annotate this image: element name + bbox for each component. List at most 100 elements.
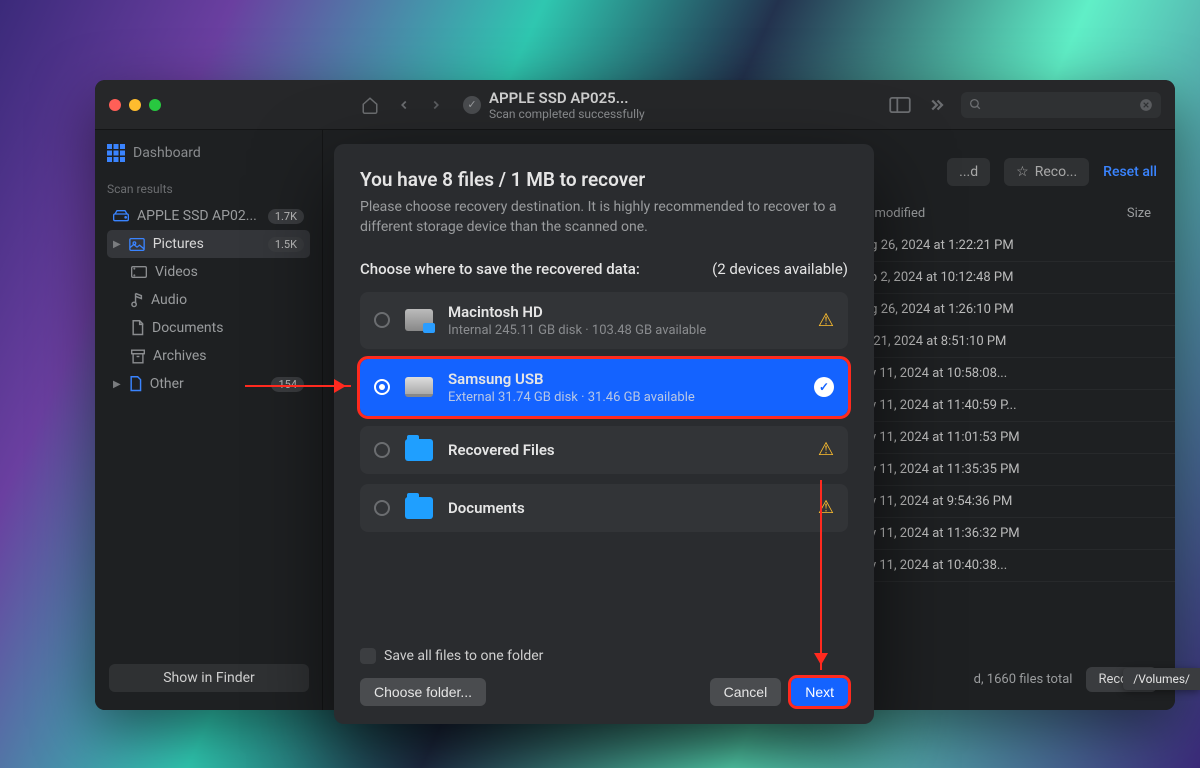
file-row[interactable]: ay 11, 2024 at 11:36:32 PM — [845, 518, 1175, 550]
radio-unchecked-icon[interactable] — [374, 500, 390, 516]
overflow-icon[interactable] — [927, 99, 945, 111]
modal-subtitle: Please choose recovery destination. It i… — [360, 197, 848, 238]
titlebar: ✓ APPLE SSD AP025... Scan completed succ… — [95, 80, 1175, 130]
archive-icon — [131, 349, 145, 364]
recovery-destination-modal: You have 8 files / 1 MB to recover Pleas… — [334, 144, 874, 724]
home-icon[interactable] — [361, 96, 379, 114]
sidebar-item-label: Other — [150, 376, 184, 392]
sidebar-section-label: Scan results — [107, 182, 310, 196]
checkbox-unchecked-icon[interactable] — [360, 648, 376, 664]
col-size[interactable]: Size — [1127, 206, 1151, 221]
folder-icon — [404, 437, 434, 463]
minimize-window-button[interactable] — [129, 99, 141, 111]
destination-macintosh-hd[interactable]: Macintosh HD Internal 245.11 GB disk · 1… — [360, 292, 848, 349]
sidebar-badge: 1.7K — [268, 209, 304, 224]
check-icon: ✓ — [814, 377, 834, 397]
window-controls — [109, 99, 161, 111]
sidebar: Dashboard Scan results APPLE SSD AP02...… — [95, 130, 323, 710]
recovery-filter-button[interactable]: ☆Reco... — [1004, 158, 1089, 186]
filter-button[interactable]: ...d — [947, 158, 990, 186]
video-icon — [131, 266, 147, 278]
sidebar-item-label: APPLE SSD AP02... — [137, 208, 257, 224]
file-row[interactable]: ep 2, 2024 at 10:12:48 PM — [845, 262, 1175, 294]
sidebar-item-label: Archives — [153, 348, 207, 364]
device-name: Samsung USB — [448, 370, 800, 388]
star-icon: ☆ — [1016, 164, 1029, 180]
picture-icon — [129, 238, 145, 251]
choose-label: Choose where to save the recovered data: — [360, 260, 640, 278]
destination-recovered-files[interactable]: Recovered Files ⚠ — [360, 426, 848, 474]
choose-folder-button[interactable]: Choose folder... — [360, 678, 486, 706]
path-tooltip: /Volumes/ — [1123, 668, 1200, 690]
dashboard-nav[interactable]: Dashboard — [107, 144, 310, 162]
file-rows: ug 26, 2024 at 1:22:21 PM ep 2, 2024 at … — [845, 230, 1175, 582]
external-disk-icon — [404, 374, 434, 400]
sidebar-item-label: Videos — [155, 264, 198, 280]
header-title: APPLE SSD AP025... — [489, 89, 645, 107]
chevron-right-icon: ▶ — [113, 239, 121, 250]
annotation-arrow — [820, 480, 822, 670]
warning-icon: ⚠ — [818, 310, 834, 331]
sidebar-item-other[interactable]: ▶ Other 154 — [107, 370, 310, 398]
zoom-window-button[interactable] — [149, 99, 161, 111]
sidebar-item-documents[interactable]: Documents — [107, 314, 310, 342]
scan-status-icon: ✓ — [463, 96, 481, 114]
sidebar-item-label: Audio — [151, 292, 187, 308]
view-mode-icon[interactable] — [889, 97, 911, 113]
file-row[interactable]: ay 11, 2024 at 11:40:59 P... — [845, 390, 1175, 422]
search-icon — [969, 98, 982, 111]
forward-icon[interactable] — [429, 98, 443, 112]
sidebar-badge: 1.5K — [268, 237, 304, 252]
internal-disk-icon — [404, 307, 434, 333]
close-window-button[interactable] — [109, 99, 121, 111]
sidebar-item-videos[interactable]: Videos — [107, 258, 310, 286]
device-meta: External 31.74 GB disk · 31.46 GB availa… — [448, 390, 800, 405]
footer-stats: d, 1660 files total — [974, 672, 1073, 687]
sidebar-badge: 154 — [271, 377, 304, 392]
sidebar-item-audio[interactable]: Audio — [107, 286, 310, 314]
next-button[interactable]: Next — [791, 678, 848, 706]
chevron-right-icon: ▶ — [113, 379, 121, 390]
clear-search-icon[interactable] — [1139, 98, 1153, 112]
save-one-folder-label: Save all files to one folder — [384, 648, 543, 664]
save-one-folder-checkbox[interactable]: Save all files to one folder — [360, 638, 848, 664]
reset-all-link[interactable]: Reset all — [1103, 164, 1157, 180]
back-icon[interactable] — [397, 98, 411, 112]
cancel-button[interactable]: Cancel — [710, 678, 782, 706]
sidebar-item-pictures[interactable]: ▶ Pictures 1.5K — [107, 230, 310, 258]
folder-icon — [404, 495, 434, 521]
sidebar-item-archives[interactable]: Archives — [107, 342, 310, 370]
device-name: Recovered Files — [448, 441, 804, 459]
other-icon — [129, 376, 142, 392]
annotation-arrow — [245, 385, 351, 387]
file-row[interactable]: n 21, 2024 at 8:51:10 PM — [845, 326, 1175, 358]
file-row[interactable]: ay 11, 2024 at 10:40:38... — [845, 550, 1175, 582]
file-row[interactable]: ug 26, 2024 at 1:26:10 PM — [845, 294, 1175, 326]
audio-icon — [131, 292, 143, 308]
dashboard-icon — [107, 144, 125, 162]
sidebar-item-label: Documents — [152, 320, 223, 336]
radio-unchecked-icon[interactable] — [374, 442, 390, 458]
sidebar-item-disk[interactable]: APPLE SSD AP02... 1.7K — [107, 202, 310, 230]
device-meta: Internal 245.11 GB disk · 103.48 GB avai… — [448, 323, 804, 338]
devices-available-label: (2 devices available) — [712, 260, 848, 278]
radio-checked-icon[interactable] — [374, 379, 390, 395]
file-row[interactable]: ay 11, 2024 at 9:54:36 PM — [845, 486, 1175, 518]
file-row[interactable]: ug 26, 2024 at 1:22:21 PM — [845, 230, 1175, 262]
document-icon — [131, 320, 144, 336]
dashboard-label: Dashboard — [133, 145, 201, 161]
destination-documents[interactable]: Documents ⚠ — [360, 484, 848, 532]
file-row[interactable]: ay 11, 2024 at 11:01:53 PM — [845, 422, 1175, 454]
file-row[interactable]: ay 11, 2024 at 11:35:35 PM — [845, 454, 1175, 486]
sidebar-item-label: Pictures — [153, 236, 204, 252]
destination-samsung-usb[interactable]: Samsung USB External 31.74 GB disk · 31.… — [360, 359, 848, 416]
search-input[interactable] — [961, 92, 1161, 118]
radio-unchecked-icon[interactable] — [374, 312, 390, 328]
disk-icon — [113, 210, 129, 222]
warning-icon: ⚠ — [818, 439, 834, 460]
show-in-finder-button[interactable]: Show in Finder — [109, 664, 309, 692]
file-row[interactable]: ay 11, 2024 at 10:58:08... — [845, 358, 1175, 390]
device-name: Macintosh HD — [448, 303, 804, 321]
modal-title: You have 8 files / 1 MB to recover — [360, 168, 848, 191]
header-subtitle: Scan completed successfully — [489, 107, 645, 121]
